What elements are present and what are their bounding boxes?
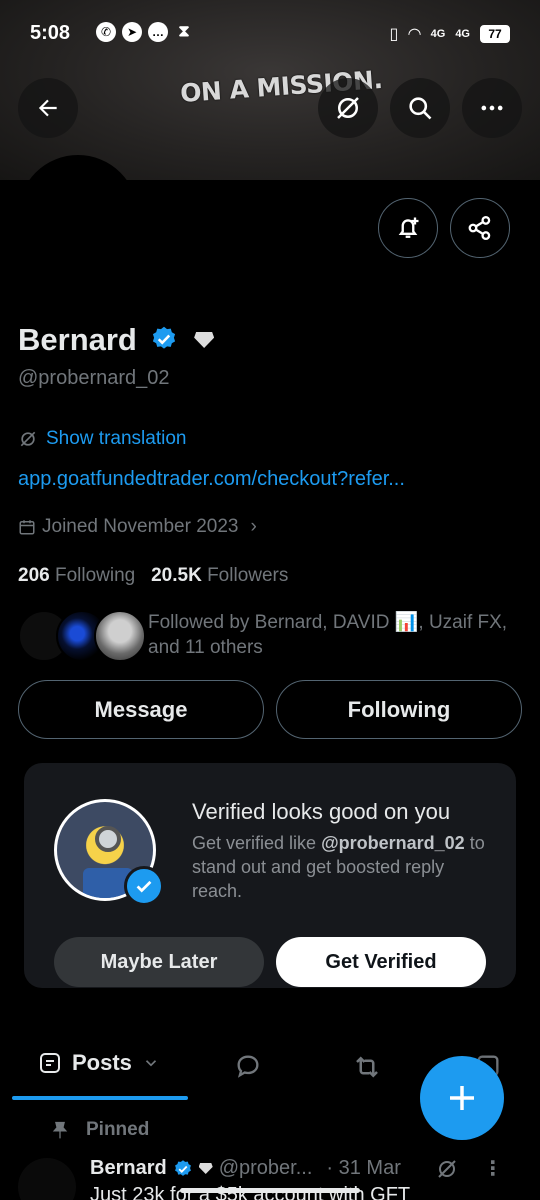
- post-date: · 31 Mar: [326, 1157, 401, 1179]
- search-icon: [409, 97, 432, 120]
- pinned-indicator: Pinned: [50, 1119, 149, 1141]
- profile-avatar[interactable]: [18, 155, 138, 275]
- post-author-handle: @prober...: [218, 1157, 313, 1179]
- hourglass-icon: ⧗: [178, 23, 190, 40]
- followers-count: 20.5K: [151, 565, 202, 586]
- profile-handle: @probernard_02: [18, 367, 170, 389]
- post-header: Bernard @prober... · 31 Mar ⋮: [90, 1156, 503, 1181]
- search-button[interactable]: [390, 78, 450, 138]
- translate-icon: [337, 97, 359, 119]
- post-more-icon[interactable]: ⋮: [483, 1156, 503, 1181]
- telegram-icon: ➤: [122, 22, 142, 42]
- affiliate-badge-icon: [198, 1163, 213, 1174]
- following-label: Following: [54, 565, 136, 586]
- affiliate-badge-icon[interactable]: [194, 332, 215, 348]
- verified-check-icon: [124, 866, 164, 906]
- more-icon: [481, 105, 503, 111]
- chevron-right-icon: ›: [250, 516, 257, 537]
- profile-name: Bernard: [18, 322, 137, 357]
- tab-replies[interactable]: [234, 1052, 262, 1085]
- verified-badge-icon: [174, 1159, 191, 1176]
- active-tab-indicator: [12, 1096, 188, 1100]
- vibrate-icon: ▯: [389, 26, 399, 43]
- goggle-icon: [95, 826, 121, 852]
- profile-name-row: Bernard: [18, 322, 215, 358]
- get-verified-button[interactable]: Get Verified: [276, 937, 486, 987]
- tab-posts[interactable]: Posts: [38, 1050, 160, 1076]
- followed-by-row[interactable]: Followed by Bernard, DAVID 📊, Uzaif FX, …: [18, 608, 528, 664]
- verified-promo-card: Verified looks good on you Get verified …: [24, 763, 516, 988]
- verified-badge-icon[interactable]: [150, 325, 178, 353]
- promo-body: Get verified like @probernard_02 to stan…: [192, 831, 492, 903]
- bell-plus-icon: [398, 217, 419, 238]
- translate-button[interactable]: [318, 78, 378, 138]
- message-button[interactable]: Message: [18, 680, 264, 739]
- status-bar: 5:08 ✆ ➤ … ⧗ ▯ ◠ 4G 4G 77: [0, 0, 540, 68]
- posts-icon: [40, 1053, 60, 1073]
- battery-icon: 77: [480, 25, 510, 43]
- notifications-button[interactable]: [378, 198, 438, 258]
- following-stat[interactable]: 206 Following: [18, 565, 135, 586]
- post-avatar[interactable]: [18, 1158, 76, 1200]
- translate-icon[interactable]: [435, 1157, 459, 1181]
- show-translation-label: Show translation: [46, 428, 187, 449]
- more-options-button[interactable]: [462, 78, 522, 138]
- chat-icon: …: [148, 22, 168, 42]
- promo-body-handle: @probernard_02: [321, 833, 465, 853]
- joined-label: Joined November 2023: [42, 516, 239, 537]
- pin-icon: [52, 1121, 68, 1139]
- followed-by-text: Followed by Bernard, DAVID 📊, Uzaif FX, …: [148, 612, 508, 658]
- following-button[interactable]: Following: [276, 680, 522, 739]
- follower-avatar-3: [94, 610, 146, 662]
- network-1: 4G: [430, 28, 446, 40]
- compose-post-button[interactable]: [420, 1056, 504, 1140]
- home-indicator[interactable]: [180, 1188, 360, 1193]
- back-arrow-icon: [38, 99, 57, 117]
- status-system-icons: ▯ ◠ 4G 4G 77: [389, 24, 510, 44]
- translate-icon: [20, 431, 36, 447]
- wifi-icon: ◠: [408, 26, 421, 43]
- follow-stats: 206 Following 20.5K Followers: [18, 565, 288, 587]
- share-profile-button[interactable]: [450, 198, 510, 258]
- calendar-icon: [19, 520, 35, 535]
- show-translation-link[interactable]: Show translation: [18, 428, 186, 450]
- following-count: 206: [18, 565, 50, 586]
- status-notification-icons: ✆ ➤ … ⧗: [96, 22, 194, 42]
- promo-body-prefix: Get verified like: [192, 833, 317, 853]
- post-author-name[interactable]: Bernard: [90, 1157, 167, 1180]
- followers-label: Followers: [207, 565, 289, 586]
- whatsapp-icon: ✆: [96, 22, 116, 42]
- chevron-down-icon: [145, 1060, 157, 1067]
- followers-stat[interactable]: 20.5K Followers: [151, 565, 288, 586]
- profile-website-link[interactable]: app.goatfundedtrader.com/checkout?refer.…: [18, 468, 405, 491]
- repost-icon: [356, 1056, 378, 1078]
- status-time: 5:08: [30, 22, 71, 44]
- tab-posts-label: Posts: [72, 1050, 132, 1075]
- joined-date[interactable]: Joined November 2023 ›: [18, 516, 257, 538]
- network-2: 4G: [455, 28, 470, 40]
- tab-reposts[interactable]: [352, 1052, 382, 1087]
- promo-title: Verified looks good on you: [192, 799, 451, 824]
- reply-icon: [237, 1055, 259, 1078]
- share-icon: [468, 215, 491, 241]
- maybe-later-button[interactable]: Maybe Later: [54, 937, 264, 987]
- back-button[interactable]: [18, 78, 78, 138]
- pinned-label: Pinned: [86, 1119, 150, 1140]
- plus-icon: [450, 1086, 474, 1110]
